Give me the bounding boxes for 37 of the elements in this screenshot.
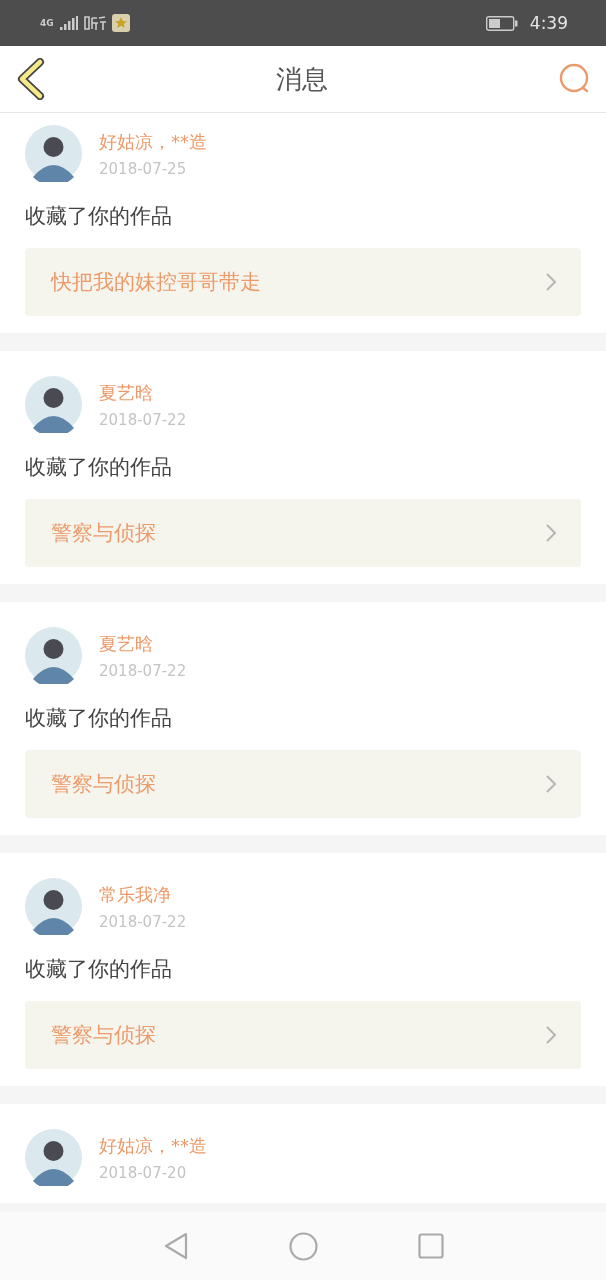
message-text: 收藏了你的作品 — [25, 705, 173, 732]
battery-icon — [485, 15, 518, 31]
signal-icon — [59, 16, 78, 30]
message-text: 收藏了你的作品 — [25, 956, 173, 983]
home-nav-icon[interactable] — [288, 1231, 318, 1261]
avatar-icon — [25, 1129, 82, 1186]
user-name[interactable]: 好姑凉，**造 — [99, 1133, 207, 1158]
avatar-icon — [25, 627, 82, 684]
avatar-icon — [25, 125, 82, 182]
work-link[interactable]: 警察与侦探 — [25, 499, 581, 567]
avatar-icon — [25, 878, 82, 935]
user-name[interactable]: 好姑凉，**造 — [99, 129, 207, 154]
page-title: 消息 — [276, 62, 328, 96]
work-link[interactable]: 警察与侦探 — [25, 750, 581, 818]
message-date: 2018-07-25 — [99, 159, 188, 178]
work-link[interactable]: 快把我的妹控哥哥带走 — [25, 248, 581, 316]
chevron-icon — [545, 272, 557, 292]
message-date: 2018-07-22 — [99, 410, 187, 429]
clock-time: 4:39 — [529, 13, 568, 33]
chevron-icon — [545, 1025, 557, 1045]
app-icon — [83, 15, 106, 31]
user-name[interactable]: 夏艺晗 — [99, 380, 187, 405]
avatar-icon — [25, 376, 82, 433]
back-nav-icon[interactable] — [162, 1232, 189, 1260]
message-date: 2018-07-20 — [99, 1163, 188, 1182]
message-text: 收藏了你的作品 — [25, 454, 173, 481]
recent-apps-icon[interactable] — [417, 1233, 444, 1259]
work-link[interactable]: 警察与侦探 — [25, 1001, 581, 1069]
message-date: 2018-07-22 — [99, 912, 187, 931]
chevron-icon — [545, 774, 557, 794]
network-label: 4G — [40, 18, 54, 28]
user-name[interactable]: 夏艺晗 — [99, 631, 187, 656]
back-icon[interactable] — [16, 58, 46, 100]
message-text: 收藏了你的作品 — [25, 203, 173, 230]
message-date: 2018-07-22 — [99, 661, 187, 680]
user-name[interactable]: 常乐我净 — [99, 882, 187, 907]
chevron-icon — [545, 523, 557, 543]
